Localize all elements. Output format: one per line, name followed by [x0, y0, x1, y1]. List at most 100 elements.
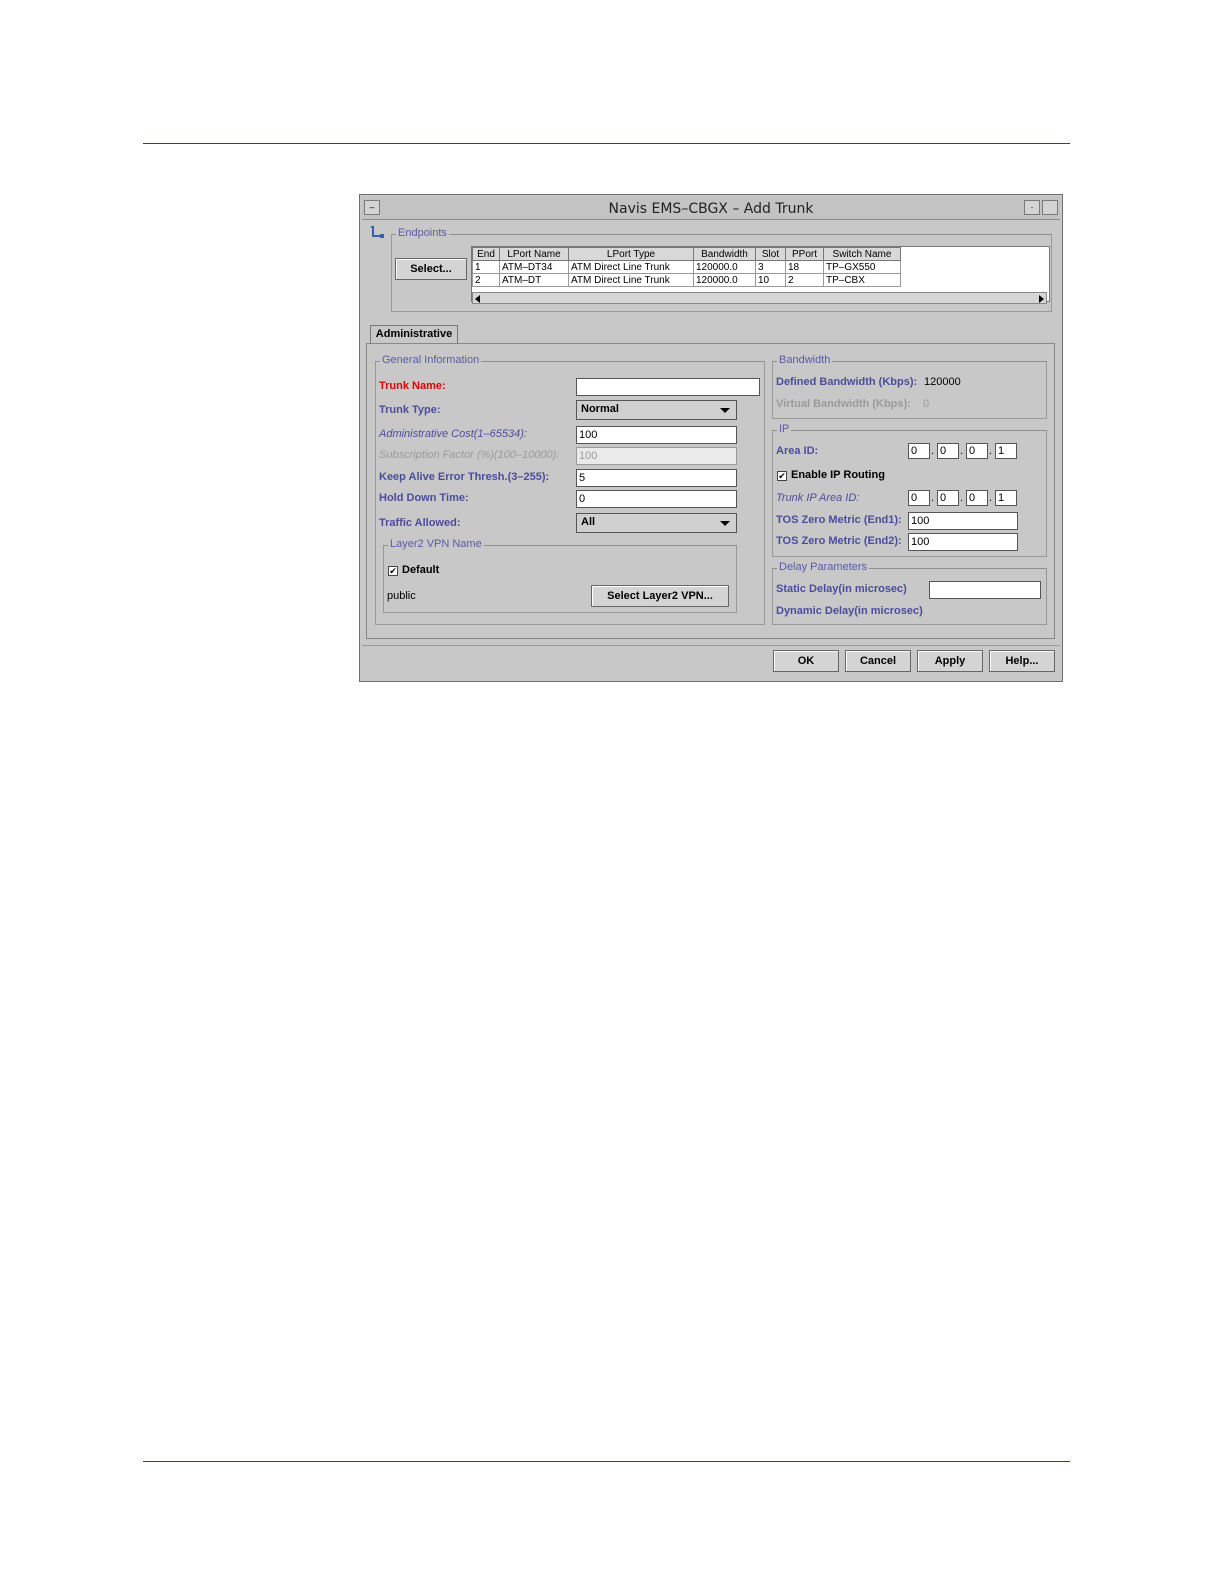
- static-delay-input[interactable]: [929, 581, 1041, 599]
- endpoints-table[interactable]: End LPort Name LPort Type Bandwidth Slot PPor…: [472, 247, 901, 287]
- horizontal-scrollbar[interactable]: [472, 292, 1047, 304]
- button-bar-divider: [362, 645, 1060, 646]
- default-checkbox[interactable]: ✔: [388, 566, 398, 576]
- table-cell: 10: [755, 273, 786, 287]
- ip-octet-field[interactable]: 0: [937, 490, 959, 506]
- virtual-bandwidth-label: Virtual Bandwidth (Kbps):: [776, 398, 911, 410]
- endpoints-legend: Endpoints: [396, 227, 449, 239]
- octet-separator: .: [960, 445, 964, 457]
- octet-separator: .: [931, 492, 935, 504]
- table-cell: 2: [472, 273, 500, 287]
- table-cell: 1: [472, 260, 500, 274]
- defined-bandwidth-label: Defined Bandwidth (Kbps):: [776, 376, 918, 388]
- static-delay-label: Static Delay(in microsec): [776, 583, 907, 595]
- trunk-name-label: Trunk Name:: [379, 380, 446, 392]
- ip-octet-field[interactable]: 1: [995, 490, 1017, 506]
- default-label: Default: [402, 564, 440, 576]
- column-header[interactable]: Slot: [755, 247, 786, 261]
- trunk-ip-area-label: Trunk IP Area ID:: [776, 492, 860, 504]
- area-id-label: Area ID:: [776, 445, 819, 457]
- tos-end1-label: TOS Zero Metric (End1):: [776, 514, 902, 526]
- select-layer2-vpn-button[interactable]: Select Layer2 VPN...: [591, 585, 729, 607]
- ip-octet-field[interactable]: 0: [966, 443, 988, 459]
- subscription-factor-label: Subscription Factor (%)(100–10000):: [379, 449, 560, 461]
- trunk-name-input[interactable]: [576, 378, 760, 396]
- table-row[interactable]: 2 ATM–DT ATM Direct Line Trunk 120000.0 10 2 T…: [472, 273, 901, 287]
- chevron-down-icon: [720, 408, 730, 413]
- ip-octet-field[interactable]: 1: [995, 443, 1017, 459]
- table-cell: 120000.0: [693, 273, 756, 287]
- column-header[interactable]: LPort Name: [499, 247, 569, 261]
- bandwidth-group: Bandwidth: [772, 354, 1047, 419]
- apply-button[interactable]: Apply: [917, 650, 983, 672]
- column-header[interactable]: Bandwidth: [693, 247, 756, 261]
- bandwidth-legend: Bandwidth: [777, 354, 833, 366]
- chevron-down-icon: [720, 521, 730, 526]
- general-information-legend: General Information: [380, 354, 482, 366]
- column-header[interactable]: LPort Type: [568, 247, 694, 261]
- table-cell: 18: [785, 260, 824, 274]
- traffic-allowed-label: Traffic Allowed:: [379, 517, 461, 529]
- octet-separator: .: [960, 492, 964, 504]
- help-button[interactable]: Help...: [989, 650, 1055, 672]
- table-cell: 2: [785, 273, 824, 287]
- subscription-factor-input: 100: [576, 447, 737, 465]
- trunk-type-label: Trunk Type:: [379, 404, 441, 416]
- tos-end2-label: TOS Zero Metric (End2):: [776, 535, 902, 547]
- ip-octet-field[interactable]: 0: [937, 443, 959, 459]
- table-cell: 120000.0: [693, 260, 756, 274]
- select-endpoints-button[interactable]: Select...: [395, 258, 467, 280]
- table-cell: TP–CBX: [823, 273, 901, 287]
- title-bar[interactable]: – Navis EMS–CBGX – Add Trunk ·: [362, 197, 1060, 220]
- traffic-allowed-select[interactable]: All: [576, 513, 737, 533]
- table-row[interactable]: 1 ATM–DT34 ATM Direct Line Trunk 120000.0 3 1…: [472, 260, 901, 274]
- traffic-allowed-value: All: [581, 516, 596, 528]
- ip-octet-field[interactable]: 0: [908, 490, 930, 506]
- keepalive-input[interactable]: 5: [576, 469, 737, 487]
- ok-button[interactable]: OK: [773, 650, 839, 672]
- table-cell: 3: [755, 260, 786, 274]
- admin-cost-label: Administrative Cost(1–65534):: [379, 428, 527, 440]
- dynamic-delay-label: Dynamic Delay(in microsec): [776, 605, 923, 617]
- virtual-bandwidth-value: 0: [923, 398, 930, 410]
- layer2-vpn-legend: Layer2 VPN Name: [388, 538, 484, 550]
- tos-end1-input[interactable]: 100: [908, 512, 1018, 530]
- table-cell: ATM Direct Line Trunk: [568, 260, 694, 274]
- add-trunk-dialog: – Navis EMS–CBGX – Add Trunk · Endpoints…: [359, 194, 1063, 682]
- ip-legend: IP: [777, 423, 792, 435]
- trunk-type-select[interactable]: Normal: [576, 400, 737, 420]
- hold-down-label: Hold Down Time:: [379, 492, 469, 504]
- tos-end2-input[interactable]: 100: [908, 533, 1018, 551]
- defined-bandwidth-value: 120000: [924, 376, 961, 388]
- trunk-type-value: Normal: [581, 403, 619, 415]
- keepalive-label: Keep Alive Error Thresh.(3–255):: [379, 471, 550, 483]
- vpn-name-value: public: [387, 590, 416, 602]
- column-header[interactable]: End: [472, 247, 500, 261]
- column-header[interactable]: Switch Name: [823, 247, 901, 261]
- header-rule: [143, 143, 1070, 144]
- table-cell: ATM–DT34: [499, 260, 569, 274]
- ip-octet-field[interactable]: 0: [908, 443, 930, 459]
- trunk-icon: [371, 226, 384, 238]
- enable-ip-routing-checkbox[interactable]: ✔: [777, 471, 787, 481]
- octet-separator: .: [989, 492, 993, 504]
- table-cell: ATM–DT: [499, 273, 569, 287]
- minimize-button[interactable]: ·: [1024, 200, 1040, 215]
- delay-parameters-legend: Delay Parameters: [777, 561, 870, 573]
- window-title: Navis EMS–CBGX – Add Trunk: [608, 201, 814, 217]
- admin-cost-input[interactable]: 100: [576, 426, 737, 444]
- enable-ip-routing-label: Enable IP Routing: [791, 469, 885, 481]
- octet-separator: .: [989, 445, 993, 457]
- cancel-button[interactable]: Cancel: [845, 650, 911, 672]
- scroll-left-arrow-icon[interactable]: [475, 295, 480, 303]
- table-cell: ATM Direct Line Trunk: [568, 273, 694, 287]
- hold-down-input[interactable]: 0: [576, 490, 737, 508]
- scroll-right-arrow-icon[interactable]: [1039, 295, 1044, 303]
- ip-octet-field[interactable]: 0: [966, 490, 988, 506]
- table-cell: TP–GX550: [823, 260, 901, 274]
- maximize-button[interactable]: [1042, 200, 1058, 215]
- tab-administrative[interactable]: Administrative: [370, 325, 458, 344]
- octet-separator: .: [931, 445, 935, 457]
- footer-rule: [143, 1461, 1070, 1462]
- column-header[interactable]: PPort: [785, 247, 824, 261]
